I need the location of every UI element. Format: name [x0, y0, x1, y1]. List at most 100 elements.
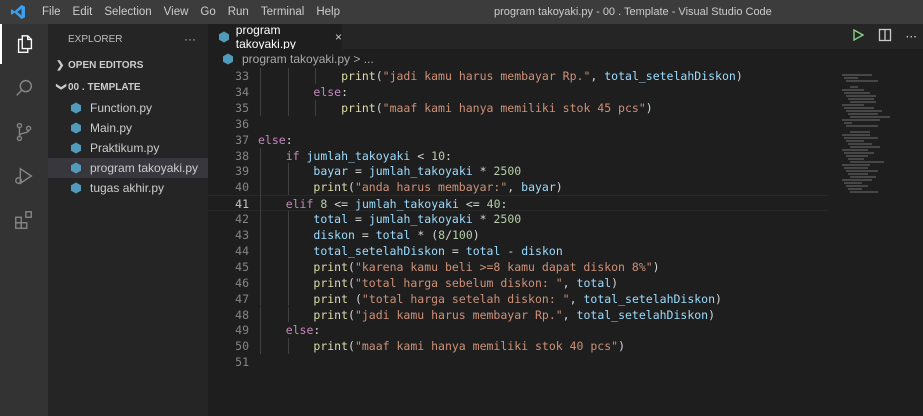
indent-guide [315, 68, 317, 84]
explorer-sidebar: EXPLORER ··· ❯ OPEN EDITORS ❯ 00 . TEMPL… [48, 24, 208, 416]
indent-guide [287, 290, 289, 307]
minimap-line [844, 107, 874, 109]
file-list: Function.py Main.py Praktikum.py program ta… [48, 98, 208, 198]
indent-guide [260, 322, 261, 339]
minimap-line [842, 104, 864, 106]
code-line[interactable]: 45 print("karena kamu beli >=8 kamu dapa… [208, 259, 828, 275]
minimap-line [850, 131, 870, 133]
indent-guide [260, 338, 261, 355]
breadcrumb[interactable]: program takoyaki.py > ... [208, 49, 923, 68]
code-text: print("maaf kami hanya memiliki stok 45 … [341, 100, 653, 115]
code-line[interactable]: 50 print("maaf kami hanya memiliki stok … [208, 338, 828, 354]
line-number: 35 [235, 100, 249, 115]
folder-section[interactable]: ❯ 00 . TEMPLATE [48, 76, 208, 98]
code-line[interactable]: 49 else: [208, 322, 828, 338]
line-number: 34 [235, 84, 249, 99]
indent-guide [260, 68, 261, 84]
file-item[interactable]: program takoyaki.py [48, 158, 208, 178]
code-text: total = jumlah_takoyaki * 2500 [313, 212, 522, 227]
line-number: 41 [235, 197, 249, 212]
line-number: 46 [235, 275, 249, 290]
extensions-icon[interactable] [0, 200, 48, 240]
indent-guide [260, 227, 261, 243]
vertical-scrollbar[interactable] [917, 68, 923, 416]
code-line[interactable]: 33 print("jadi kamu harus membayar Rp.",… [208, 68, 828, 84]
menu-go[interactable]: Go [194, 0, 221, 24]
code-text: print("jadi kamu harus membayar Rp.", to… [341, 69, 743, 83]
indent-guide [287, 179, 289, 196]
source-control-icon[interactable] [0, 112, 48, 152]
code-line[interactable]: 38 if jumlah_takoyaki < 10: [208, 148, 828, 164]
indent-guide [260, 306, 261, 323]
split-editor-icon[interactable] [878, 28, 892, 45]
code-line[interactable]: 40 print("anda harus membayar:", bayar) [208, 179, 828, 195]
code-line[interactable]: 48 print("jadi kamu harus membayar Rp.",… [208, 307, 828, 323]
code-line[interactable]: 36 [208, 116, 828, 132]
code-line[interactable]: 47 print ("total harga setelah diskon: "… [208, 291, 828, 307]
vscode-logo-icon[interactable] [0, 0, 36, 24]
run-debug-icon[interactable] [0, 156, 48, 196]
editor-actions: ··· [852, 24, 917, 49]
line-number: 44 [235, 243, 249, 258]
open-editors-section[interactable]: ❯ OPEN EDITORS [48, 54, 208, 76]
code-line[interactable]: 44 total_setelahDiskon = total - diskon [208, 243, 828, 259]
line-number: 47 [235, 291, 249, 306]
minimap-line [844, 152, 874, 154]
more-actions-icon[interactable]: ··· [184, 32, 196, 46]
code-editor[interactable]: 33 print("jadi kamu harus membayar Rp.",… [208, 68, 923, 416]
indent-guide [287, 338, 289, 355]
minimap-line [850, 191, 878, 193]
close-icon[interactable]: × [335, 30, 342, 44]
minimap-line [846, 170, 878, 172]
code-line[interactable]: 35 print("maaf kami hanya memiliki stok … [208, 100, 828, 116]
menu-terminal[interactable]: Terminal [255, 0, 310, 24]
minimap-line [850, 86, 858, 88]
indent-guide [287, 163, 289, 180]
python-file-icon [70, 122, 86, 134]
tab-program-takoyaki[interactable]: program takoyaki.py × [208, 22, 342, 51]
code-line[interactable]: 42 total = jumlah_takoyaki * 2500 [208, 211, 828, 227]
minimap-line [848, 113, 878, 115]
minimap[interactable] [838, 68, 918, 416]
indent-guide [260, 242, 261, 259]
line-number: 38 [235, 148, 249, 163]
file-item[interactable]: Function.py [48, 98, 208, 118]
menu-edit[interactable]: Edit [67, 0, 99, 24]
code-text: print("total harga sebelum diskon: ", to… [313, 275, 619, 290]
menu-selection[interactable]: Selection [98, 0, 157, 24]
run-icon[interactable] [852, 28, 864, 44]
indent-guide [287, 99, 289, 116]
menu-help[interactable]: Help [310, 0, 346, 24]
code-line[interactable]: 41 elif 8 <= jumlah_takoyaki <= 40: [208, 195, 828, 212]
file-item[interactable]: tugas akhir.py [48, 178, 208, 198]
code-line[interactable]: 46 print("total harga sebelum diskon: ",… [208, 275, 828, 291]
more-editor-actions-icon[interactable]: ··· [906, 30, 917, 44]
indent-guide [287, 68, 289, 84]
tab-label: program takoyaki.py [235, 22, 296, 51]
file-item[interactable]: Praktikum.py [48, 138, 208, 158]
code-line[interactable]: 39 bayar = jumlah_takoyaki * 2500 [208, 163, 828, 179]
python-file-icon [222, 53, 238, 65]
window-title: program takoyaki.py - 00 . Template - Vi… [494, 6, 772, 18]
folder-label: 00 . TEMPLATE [68, 81, 141, 93]
indent-guide [260, 99, 261, 116]
minimap-line [850, 116, 890, 118]
menu-file[interactable]: File [36, 0, 67, 24]
indent-guide [287, 211, 289, 227]
explorer-icon[interactable] [0, 24, 48, 64]
code-line[interactable]: 51 [208, 354, 828, 370]
indent-guide [287, 258, 289, 275]
file-item[interactable]: Main.py [48, 118, 208, 138]
code-line[interactable]: 37 else: [208, 132, 828, 148]
indent-guide [260, 290, 261, 307]
minimap-line [844, 122, 852, 124]
search-icon[interactable] [0, 68, 48, 108]
code-line[interactable]: 43 diskon = total * (8/100) [208, 227, 828, 243]
code-line[interactable]: 34 else: [208, 84, 828, 100]
python-file-icon [70, 182, 86, 194]
code-text: elif 8 <= jumlah_takoyaki <= 40: [285, 197, 508, 212]
menu-view[interactable]: View [158, 0, 195, 24]
code-text: else: [258, 132, 293, 147]
chevron-right-icon: ❯ [56, 59, 65, 71]
menu-run[interactable]: Run [222, 0, 255, 24]
